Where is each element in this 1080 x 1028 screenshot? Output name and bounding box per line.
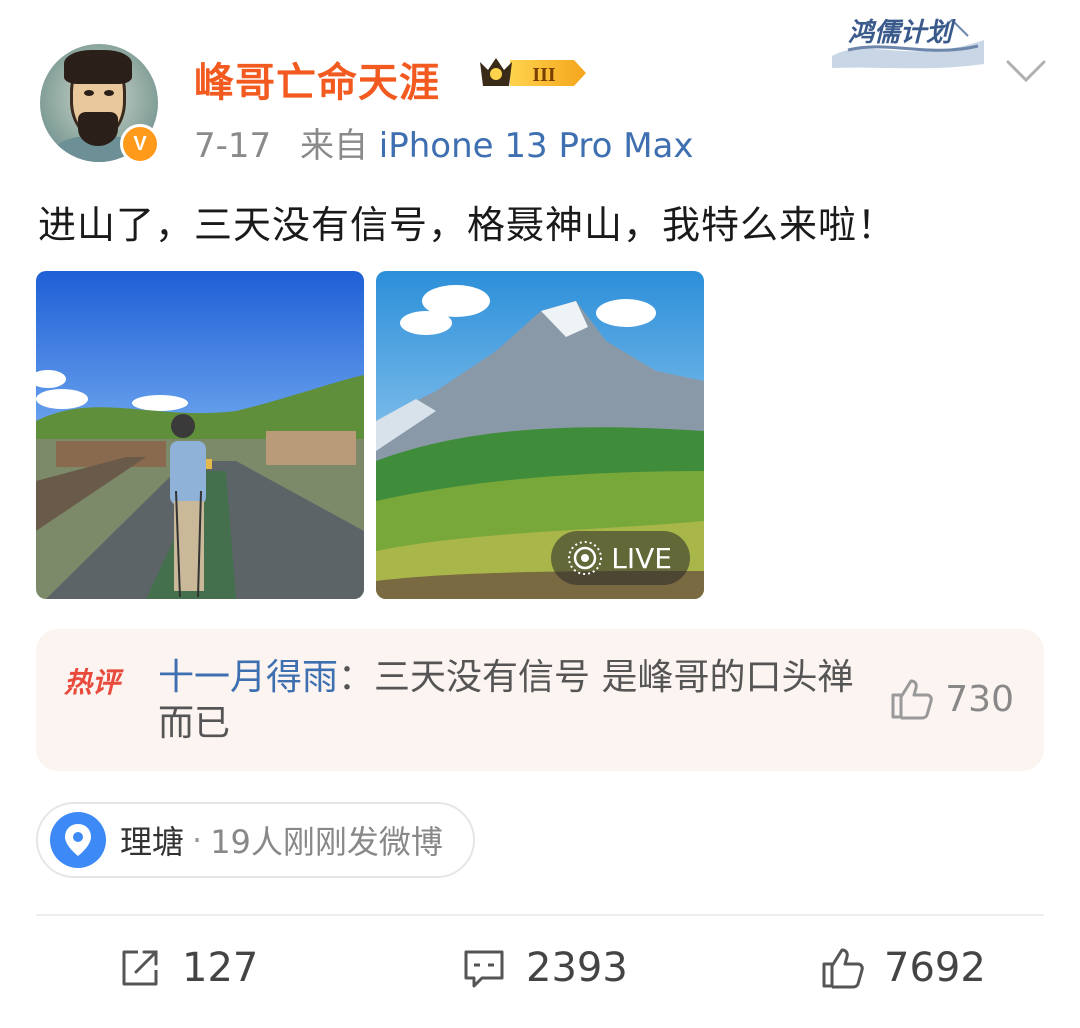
author-name[interactable]: 峰哥亡命天涯: [194, 50, 440, 108]
avatar-hair-shape: [64, 50, 132, 84]
post-meta: 7-17 来自 iPhone 13 Pro Max: [194, 118, 693, 167]
campaign-label: 鸿儒计划: [848, 18, 953, 48]
like-button[interactable]: 7692: [818, 944, 986, 992]
verified-badge-label: V: [133, 132, 147, 155]
hot-comment-like-count: 730: [945, 678, 1014, 720]
location-city: 理塘: [120, 823, 185, 861]
thumbs-up-icon: [822, 948, 864, 989]
location-dot: ·: [192, 821, 203, 859]
comment-count: 2393: [526, 945, 628, 991]
location-post-count: 19人刚刚发微博: [210, 823, 443, 861]
hot-commenter-name[interactable]: 十一月得雨: [158, 657, 338, 698]
campaign-badge[interactable]: 鸿儒计划: [828, 6, 988, 72]
repost-count: 127: [182, 945, 259, 991]
hot-comment-separator: ：: [338, 657, 375, 698]
live-photo-badge: LIVE: [551, 531, 690, 585]
hiker-road-photo-icon: [36, 271, 364, 599]
post-photo-1[interactable]: [36, 271, 364, 599]
divider: [36, 914, 1044, 916]
hot-comment-text: 十一月得雨：三天没有信号 是峰哥的口头禅而已: [158, 655, 878, 747]
member-crown-icon[interactable]: III: [476, 52, 588, 94]
thumbs-up-icon: [891, 679, 934, 720]
live-photo-label: LIVE: [611, 541, 672, 575]
avatar-eye-shape: [84, 90, 94, 96]
avatar-beard-shape: [78, 112, 118, 146]
post-photo-2[interactable]: LIVE: [376, 271, 704, 599]
comment-button[interactable]: 2393: [460, 944, 628, 992]
source-device-link[interactable]: iPhone 13 Pro Max: [379, 126, 694, 166]
repost-button[interactable]: 127: [116, 944, 258, 992]
location-chip[interactable]: 理塘 · 19人刚刚发微博: [36, 802, 475, 878]
live-photo-icon: [568, 541, 603, 575]
post-text: 进山了，三天没有信号，格聂神山，我特么来啦！: [38, 203, 897, 247]
hot-comment-tag: 热评: [64, 666, 121, 699]
repost-icon: [122, 950, 158, 986]
avatar-eye-shape: [104, 90, 114, 96]
chevron-down-icon[interactable]: [1004, 56, 1048, 86]
hot-comment[interactable]: 热评 十一月得雨：三天没有信号 是峰哥的口头禅而已 730: [36, 629, 1044, 771]
post-date: 7-17: [194, 126, 272, 166]
source-prefix: 来自: [299, 126, 368, 166]
member-level-label: III: [532, 64, 556, 86]
like-count: 7692: [884, 945, 986, 991]
verified-badge-icon: V: [120, 124, 160, 164]
hot-comment-like-button[interactable]: 730: [887, 675, 1014, 723]
weibo-post-card: V 峰哥亡命天涯 III 7-17 来自 iPhone 13 Pro Max 鸿…: [0, 0, 1080, 1028]
location-pin-icon: [50, 812, 106, 868]
comment-icon: [464, 950, 504, 988]
